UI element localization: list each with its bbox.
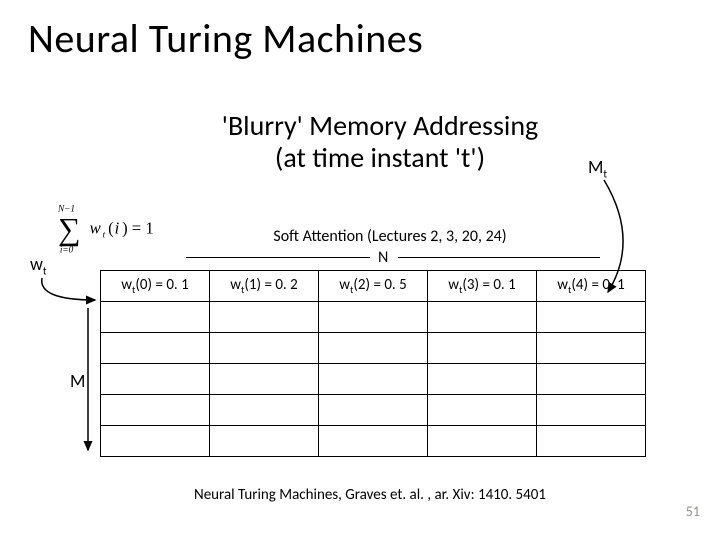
memory-table: wt(0) = 0. 1 wt(1) = 0. 2 wt(2) = 0. 5 w… — [100, 270, 646, 457]
wt-label: wt — [30, 253, 47, 278]
n-rule-left — [186, 257, 370, 258]
weight-cell-2: wt(2) = 0. 5 — [319, 271, 428, 302]
mt-label: Mt — [588, 156, 607, 181]
subtitle-line2: (at time instant 't') — [275, 140, 485, 175]
table-row — [101, 395, 646, 426]
soft-attention-label: Soft Attention (Lectures 2, 3, 20, 24) — [200, 227, 580, 246]
svg-text:t: t — [103, 230, 106, 240]
weight-cell-3: wt(3) = 0. 1 — [428, 271, 537, 302]
svg-text:w: w — [90, 219, 102, 238]
page-number: 51 — [686, 503, 700, 520]
n-dimension-label: N — [378, 248, 388, 267]
table-row — [101, 333, 646, 364]
slide-subtitle: 'Blurry' Memory Addressing (at time inst… — [180, 110, 580, 174]
table-row — [101, 426, 646, 457]
wt-arrow — [42, 278, 95, 300]
n-rule-right — [398, 257, 600, 258]
weight-cell-0: wt(0) = 0. 1 — [101, 271, 210, 302]
slide-title: Neural Turing Machines — [28, 14, 423, 63]
svg-text:∑: ∑ — [58, 211, 81, 246]
m-dimension-label: M — [70, 370, 85, 392]
svg-text:) = 1: ) = 1 — [122, 219, 154, 238]
subtitle-line1: 'Blurry' Memory Addressing — [222, 108, 538, 143]
weight-cell-1: wt(1) = 0. 2 — [210, 271, 319, 302]
weights-row: wt(0) = 0. 1 wt(1) = 0. 2 wt(2) = 0. 5 w… — [101, 271, 646, 302]
table-row — [101, 302, 646, 333]
summation-formula: N−1 ∑ i=0 w t ( i ) = 1 — [58, 200, 188, 260]
svg-text:i: i — [115, 219, 120, 238]
weight-cell-4: wt(4) = 0. 1 — [537, 271, 646, 302]
svg-text:i=0: i=0 — [60, 245, 74, 255]
svg-text:(: ( — [108, 219, 114, 238]
slide: Neural Turing Machines 'Blurry' Memory A… — [0, 0, 720, 540]
table-row — [101, 364, 646, 395]
citation: Neural Turing Machines, Graves et. al. ,… — [160, 486, 580, 504]
